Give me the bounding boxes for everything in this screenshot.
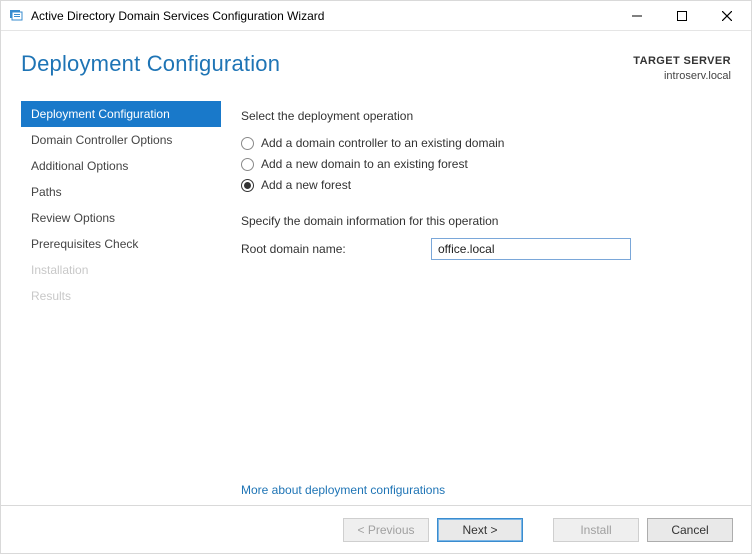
radio-icon xyxy=(241,179,254,192)
step-prerequisites-check[interactable]: Prerequisites Check xyxy=(21,231,221,257)
radio-icon xyxy=(241,137,254,150)
step-installation: Installation xyxy=(21,257,221,283)
root-domain-name-label: Root domain name: xyxy=(241,242,431,256)
step-deployment-configuration[interactable]: Deployment Configuration xyxy=(21,101,221,127)
content-panel: Select the deployment operation Add a do… xyxy=(221,99,731,515)
header: Deployment Configuration TARGET SERVER i… xyxy=(1,31,751,99)
target-server-name: introserv.local xyxy=(633,69,731,84)
step-label: Installation xyxy=(31,263,88,277)
step-label: Prerequisites Check xyxy=(31,237,138,251)
step-label: Results xyxy=(31,289,71,303)
specify-domain-info-label: Specify the domain information for this … xyxy=(241,214,727,228)
step-results: Results xyxy=(21,283,221,309)
radio-icon xyxy=(241,158,254,171)
root-domain-row: Root domain name: xyxy=(241,238,727,260)
wizard-steps-sidebar: Deployment Configuration Domain Controll… xyxy=(21,99,221,515)
radio-add-domain-existing-forest[interactable]: Add a new domain to an existing forest xyxy=(241,154,727,175)
deployment-operation-radio-group: Add a domain controller to an existing d… xyxy=(241,133,727,196)
next-button[interactable]: Next > xyxy=(437,518,523,542)
step-label: Deployment Configuration xyxy=(31,107,170,121)
target-server-label: TARGET SERVER xyxy=(633,54,731,69)
step-review-options[interactable]: Review Options xyxy=(21,205,221,231)
page-title: Deployment Configuration xyxy=(21,51,280,77)
previous-button: < Previous xyxy=(343,518,429,542)
close-button[interactable] xyxy=(704,1,749,30)
radio-label: Add a domain controller to an existing d… xyxy=(261,136,504,150)
target-server-block: TARGET SERVER introserv.local xyxy=(633,51,731,85)
app-icon xyxy=(9,8,25,24)
step-label: Domain Controller Options xyxy=(31,133,172,147)
minimize-button[interactable] xyxy=(614,1,659,30)
step-label: Additional Options xyxy=(31,159,128,173)
step-label: Review Options xyxy=(31,211,115,225)
step-label: Paths xyxy=(31,185,62,199)
radio-add-dc-existing-domain[interactable]: Add a domain controller to an existing d… xyxy=(241,133,727,154)
root-domain-name-input[interactable] xyxy=(431,238,631,260)
step-paths[interactable]: Paths xyxy=(21,179,221,205)
radio-label: Add a new domain to an existing forest xyxy=(261,157,468,171)
window-title: Active Directory Domain Services Configu… xyxy=(31,9,324,23)
cancel-button[interactable]: Cancel xyxy=(647,518,733,542)
more-about-link[interactable]: More about deployment configurations xyxy=(241,483,445,497)
maximize-button[interactable] xyxy=(659,1,704,30)
select-operation-label: Select the deployment operation xyxy=(241,109,727,123)
titlebar: Active Directory Domain Services Configu… xyxy=(1,1,751,31)
radio-add-new-forest[interactable]: Add a new forest xyxy=(241,175,727,196)
install-button: Install xyxy=(553,518,639,542)
radio-label: Add a new forest xyxy=(261,178,351,192)
wizard-footer: < Previous Next > Install Cancel xyxy=(1,505,751,553)
step-domain-controller-options[interactable]: Domain Controller Options xyxy=(21,127,221,153)
step-additional-options[interactable]: Additional Options xyxy=(21,153,221,179)
